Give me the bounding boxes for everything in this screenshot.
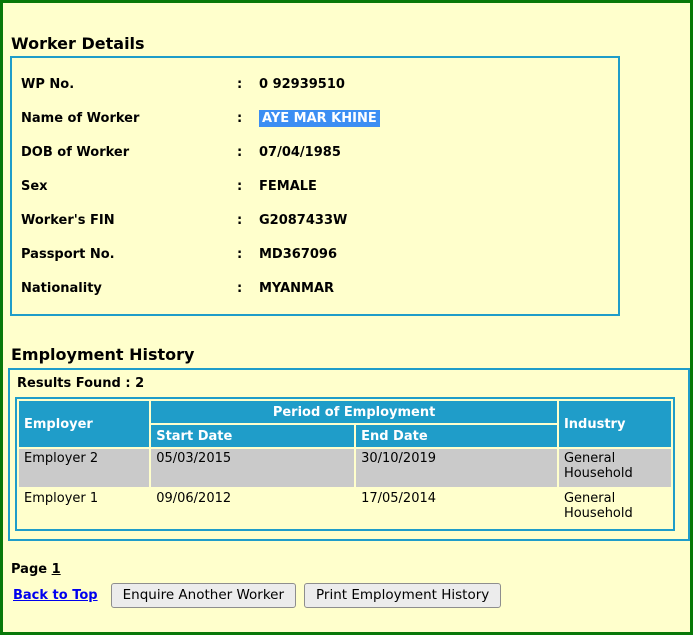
separator: : [237,179,259,194]
separator: : [237,145,259,160]
field-row-wp-no: WP No. : 0 92939510 [21,67,618,101]
separator: : [237,281,259,296]
nationality-label: Nationality [21,281,237,296]
page-number-link[interactable]: 1 [52,562,61,577]
employment-history-heading: Employment History [11,345,690,364]
footer-actions: Back to Top Enquire Another Worker Print… [13,583,690,608]
print-employment-history-button[interactable]: Print Employment History [304,583,501,608]
back-to-top-link[interactable]: Back to Top [13,588,98,603]
end-date-column-header: End Date [356,425,557,447]
table-row: Employer 2 05/03/2015 30/10/2019 General… [19,449,671,487]
field-row-passport: Passport No. : MD367096 [21,237,618,271]
field-row-nationality: Nationality : MYANMAR [21,271,618,305]
separator: : [237,247,259,262]
start-date-column-header: Start Date [151,425,354,447]
industry-cell: General Household [559,489,671,527]
employment-history-table: Employer Period of Employment Industry S… [15,397,675,531]
passport-value: MD367096 [259,247,337,262]
table-header-row-1: Employer Period of Employment Industry [19,401,671,423]
pagination: Page 1 [11,562,690,577]
employer-cell: Employer 2 [19,449,149,487]
end-date-cell: 30/10/2019 [356,449,557,487]
fin-value: G2087433W [259,213,347,228]
dob-value: 07/04/1985 [259,145,341,160]
sex-value: FEMALE [259,179,317,194]
enquire-another-worker-button[interactable]: Enquire Another Worker [111,583,296,608]
fin-label: Worker's FIN [21,213,237,228]
worker-details-panel: WP No. : 0 92939510 Name of Worker : AYE… [10,56,620,316]
field-row-sex: Sex : FEMALE [21,169,618,203]
separator: : [237,111,259,126]
start-date-cell: 09/06/2012 [151,489,354,527]
page: { "worker_details": { "heading": "Worker… [0,0,693,635]
dob-label: DOB of Worker [21,145,237,160]
name-value-highlighted: AYE MAR KHINE [259,110,380,127]
nationality-value: MYANMAR [259,281,334,296]
wp-no-label: WP No. [21,77,237,92]
results-found-text: Results Found : 2 [15,374,683,397]
employer-cell: Employer 1 [19,489,149,527]
industry-column-header: Industry [559,401,671,447]
employment-history-panel: Results Found : 2 Employer Period of Emp… [8,368,690,541]
separator: : [237,213,259,228]
field-row-dob: DOB of Worker : 07/04/1985 [21,135,618,169]
name-label: Name of Worker [21,111,237,126]
start-date-cell: 05/03/2015 [151,449,354,487]
employer-column-header: Employer [19,401,149,447]
page-label: Page [11,562,47,577]
field-row-fin: Worker's FIN : G2087433W [21,203,618,237]
separator: : [237,77,259,92]
wp-no-value: 0 92939510 [259,77,345,92]
end-date-cell: 17/05/2014 [356,489,557,527]
passport-label: Passport No. [21,247,237,262]
period-column-header: Period of Employment [151,401,557,423]
table-row: Employer 1 09/06/2012 17/05/2014 General… [19,489,671,527]
industry-cell: General Household [559,449,671,487]
field-row-name: Name of Worker : AYE MAR KHINE [21,101,618,135]
worker-details-heading: Worker Details [11,34,690,53]
sex-label: Sex [21,179,237,194]
